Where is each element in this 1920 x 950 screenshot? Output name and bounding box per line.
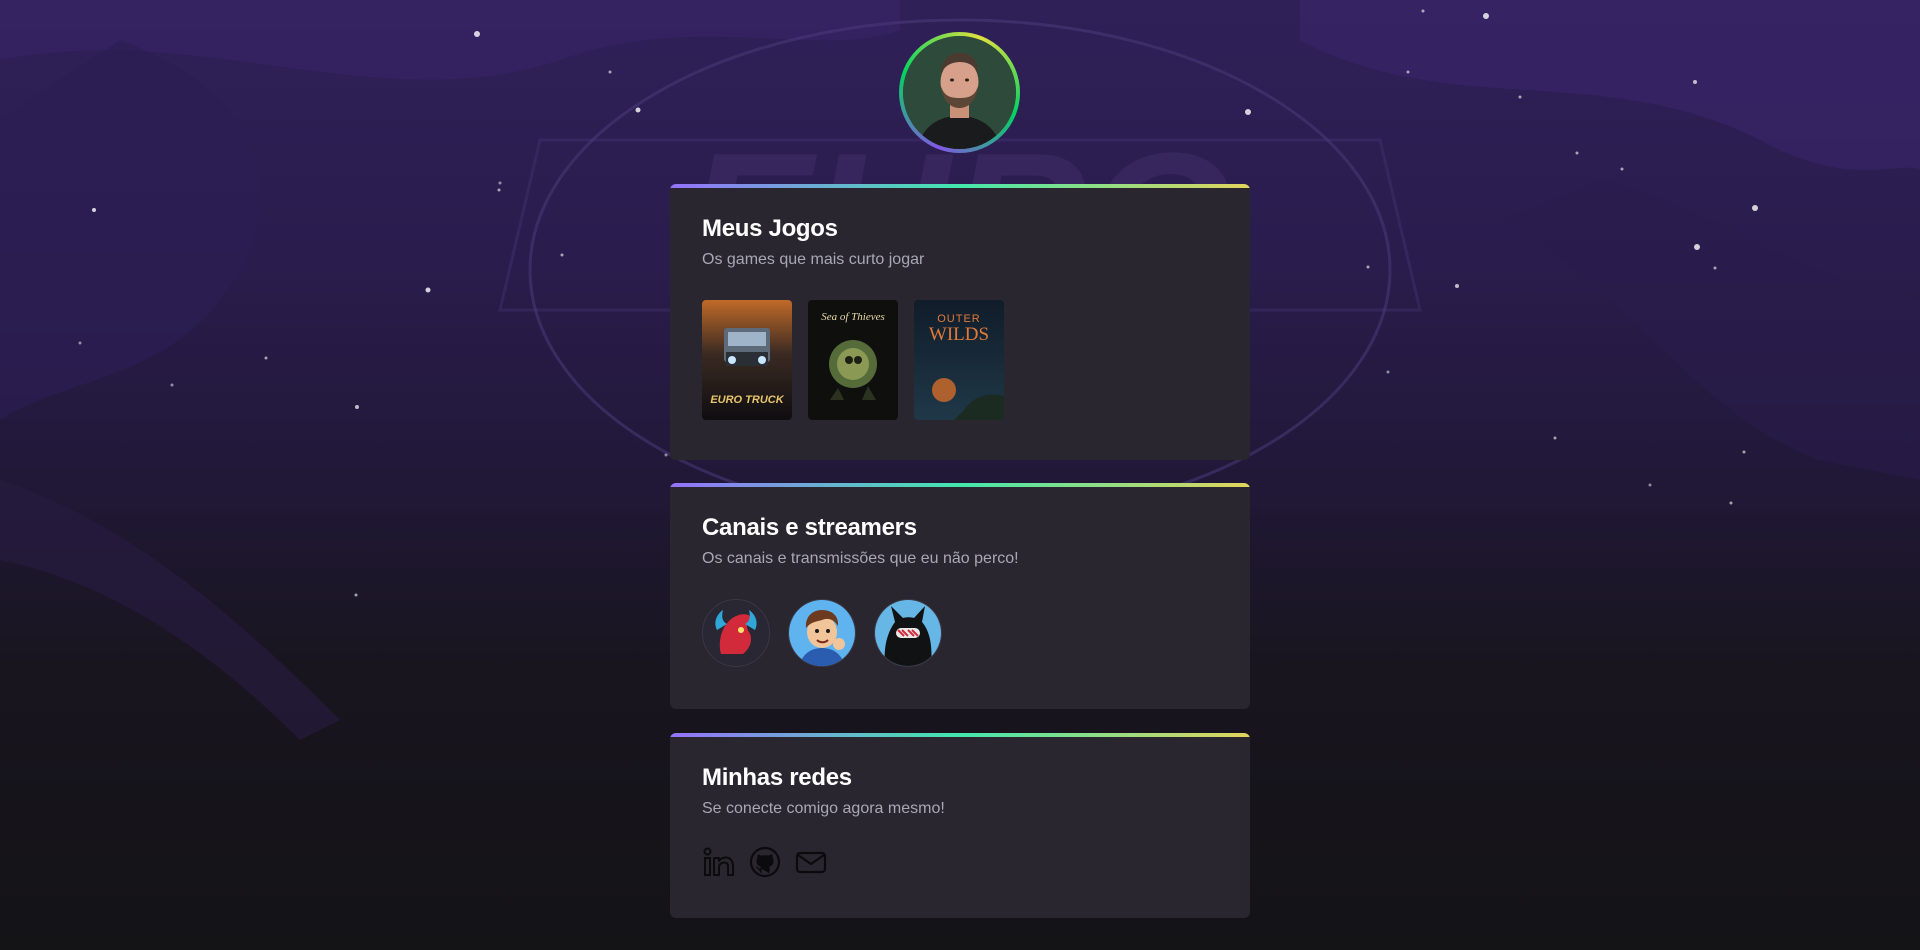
github-link[interactable] <box>748 845 782 879</box>
cartoon-boy-avatar-icon <box>789 600 855 666</box>
outer-wilds-cover-icon: OUTER WILDS <box>914 300 1004 420</box>
channel-red-dragon[interactable] <box>702 599 770 667</box>
games-card-title: Meus Jogos <box>702 215 838 242</box>
channels-card-subtitle: Os canais e transmissões que eu não perc… <box>702 550 1019 567</box>
page: Meus Jogos Os games que mais curto jogar <box>0 0 1920 950</box>
socials-card: Minhas redes Se conecte comigo agora mes… <box>670 733 1250 918</box>
github-icon <box>749 846 781 878</box>
game-outer-wilds[interactable]: OUTER WILDS <box>914 300 1004 420</box>
email-link[interactable] <box>794 845 828 879</box>
sea-of-thieves-cover-icon: Sea of Thieves <box>808 300 898 420</box>
profile-photo <box>903 36 1016 149</box>
socials-card-subtitle: Se conecte comigo agora mesmo! <box>702 800 945 817</box>
profile-avatar <box>899 32 1020 153</box>
euro-truck-simulator-cover-icon: EURO TRUCK <box>702 300 792 420</box>
linkedin-link[interactable] <box>702 845 736 879</box>
game-sea-of-thieves[interactable]: Sea of Thieves <box>808 300 898 420</box>
channels-card-title: Canais e streamers <box>702 514 917 541</box>
channel-cartoon-boy[interactable] <box>788 599 856 667</box>
games-card-subtitle: Os games que mais curto jogar <box>702 251 925 268</box>
socials-list <box>702 845 1218 879</box>
black-cat-avatar-icon <box>875 600 941 666</box>
outer-wilds-cover-text-2: WILDS <box>929 324 989 345</box>
channels-card: Canais e streamers Os canais e transmiss… <box>670 483 1250 709</box>
socials-card-title: Minhas redes <box>702 764 852 791</box>
email-icon <box>795 851 827 874</box>
games-list: EURO TRUCK Sea of Thieves OUTER WILDS <box>702 300 1218 420</box>
linkedin-icon <box>703 847 734 876</box>
game-euro-truck-simulator[interactable]: EURO TRUCK <box>702 300 792 420</box>
games-card: Meus Jogos Os games que mais curto jogar <box>670 184 1250 460</box>
sea-of-thieves-cover-text: Sea of Thieves <box>821 311 885 323</box>
red-dragon-avatar-icon <box>703 600 769 666</box>
channels-list <box>702 599 1218 667</box>
euro-truck-cover-text: EURO TRUCK <box>710 394 784 406</box>
channel-black-cat[interactable] <box>874 599 942 667</box>
